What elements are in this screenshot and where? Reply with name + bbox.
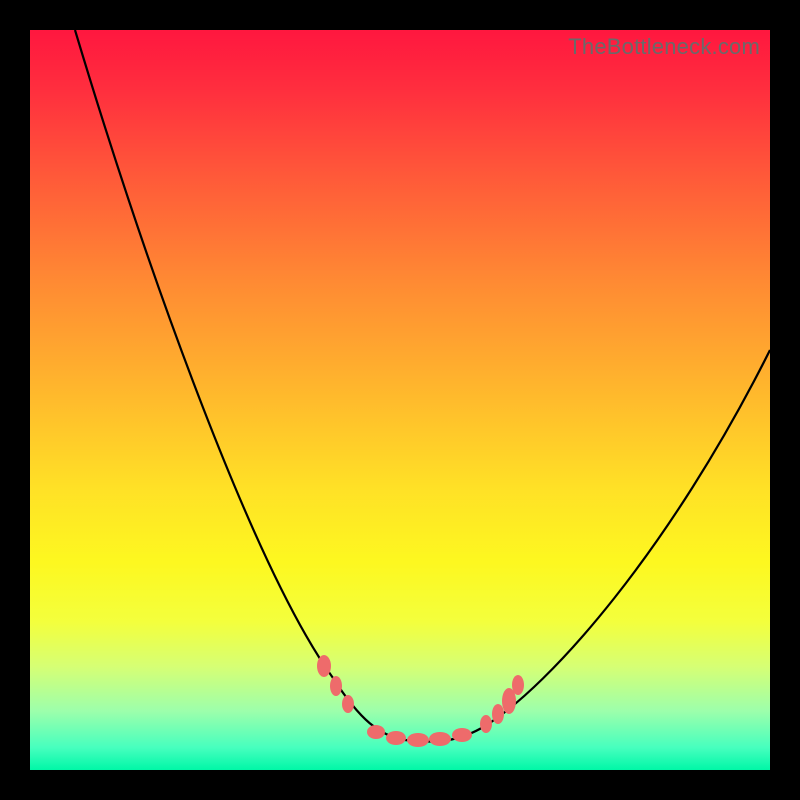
- minimum-marker: [429, 732, 451, 746]
- curve-marker: [317, 655, 331, 677]
- curve-marker: [480, 715, 492, 733]
- minimum-marker: [367, 725, 385, 739]
- curve-marker: [342, 695, 354, 713]
- curve-layer: [30, 30, 770, 770]
- bottleneck-curve: [75, 30, 770, 742]
- plot-area: TheBottleneck.com: [30, 30, 770, 770]
- curve-marker: [512, 675, 524, 695]
- curve-marker: [330, 676, 342, 696]
- minimum-marker: [452, 728, 472, 742]
- curve-marker: [492, 704, 504, 724]
- minimum-marker: [407, 733, 429, 747]
- chart-frame: TheBottleneck.com: [0, 0, 800, 800]
- minimum-marker: [386, 731, 406, 745]
